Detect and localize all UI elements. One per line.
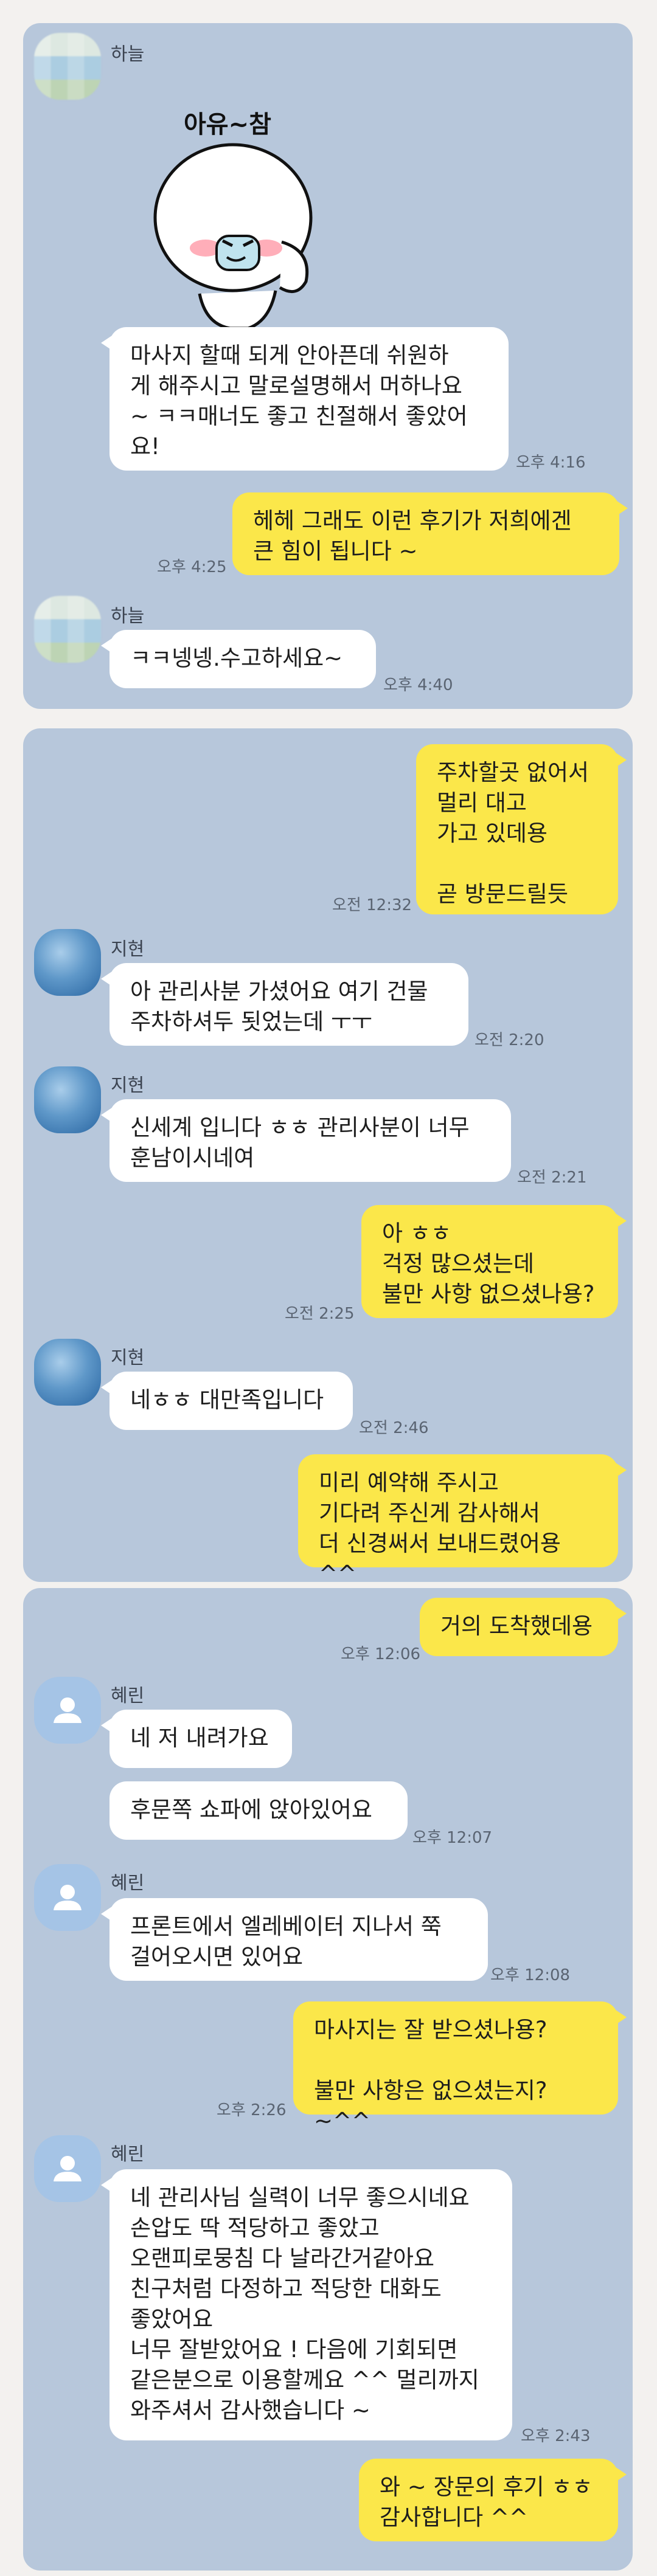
sender-name: 혜린 [111,2144,145,2165]
message-time: 오후 12:07 [412,1829,493,1847]
incoming-message[interactable]: 네 관리사님 실력이 너무 좋으시네요 손압도 딱 적당하고 좋았고 오랜피로뭉… [101,2169,512,2440]
message-time: 오전 2:46 [359,1419,429,1437]
chat-panel-3: 거의 도착했데용 오후 12:06 혜린 네 저 내려가요 후문쪽 쇼파에 앉아… [23,1588,633,2571]
avatar[interactable] [34,1864,101,1931]
avatar[interactable] [34,33,101,100]
message-time: 오전 2:25 [285,1305,355,1323]
default-user-icon [54,1885,82,1910]
outgoing-message[interactable]: 헤헤 그래도 이런 후기가 저희에겐 큰 힘이 됩니다 ~ [232,492,628,575]
sender-name: 지현 [111,939,145,960]
message-time: 오후 2:43 [521,2427,591,2445]
avatar[interactable] [34,1339,101,1406]
avatar[interactable] [34,2135,101,2202]
message-time: 오후 12:08 [490,1966,571,1984]
incoming-message[interactable]: 마사지 할때 되게 안아픈데 쉬원하 게 해주시고 말로설명해서 머하나요 ~ … [101,327,509,471]
incoming-message[interactable]: 신세계 입니다 ㅎㅎ 관리사분이 너무 훈남이시네여 [101,1099,511,1182]
message-time: 오후 4:25 [157,558,227,576]
chat-panel-2: 주차할곳 없어서 멀리 대고 가고 있데용 곧 방문드릴듯 오전 12:32 지… [23,728,633,1587]
message-time: 오전 12:32 [332,896,412,914]
default-user-icon [54,2156,82,2181]
outgoing-message[interactable]: 미리 예약해 주시고 기다려 주신게 감사해서 더 신경써서 보내드렸어용 ^^ [298,1454,627,1587]
message-time: 오후 4:16 [516,454,586,472]
sender-name: 하늘 [111,44,145,65]
sender-name: 지현 [111,1347,145,1369]
message-time: 오후 12:06 [341,1645,421,1663]
incoming-message[interactable]: 후문쪽 쇼파에 앉아있어요 [109,1781,408,1840]
avatar[interactable] [34,1066,101,1133]
avatar[interactable] [34,596,101,663]
sender-name: 지현 [111,1075,145,1096]
incoming-message[interactable]: 아 관리사분 가셨어요 여기 건물 주차하셔두 됫었는데 ㅜㅜ [101,963,468,1046]
sticker-text: 아유~참 [184,111,271,139]
default-user-icon [54,1697,82,1723]
message-time: 오전 2:21 [517,1169,587,1187]
outgoing-message[interactable]: 마사지는 잘 받으셨나용? 불만 사항은 없으셨는지? ~^^ [293,2001,627,2134]
incoming-message[interactable]: 네ㅎㅎ 대만족입니다 [101,1372,353,1430]
message-time: 오전 2:20 [474,1031,544,1049]
sticker-image[interactable]: 아유~참 [145,78,321,333]
outgoing-message[interactable]: 거의 도착했데용 [420,1598,627,1656]
avatar[interactable] [34,1677,101,1744]
message-time: 오후 4:40 [383,676,453,694]
incoming-message[interactable]: ㅋㅋ넹넹.수고하세요~ [101,630,376,688]
sender-name: 혜린 [111,1685,145,1707]
sender-name: 혜린 [111,1873,145,1894]
outgoing-message[interactable]: 아 ㅎㅎ 걱정 많으셨는데 불만 사항 없으셨나용? [361,1205,627,1318]
outgoing-message[interactable]: 주차할곳 없어서 멀리 대고 가고 있데용 곧 방문드릴듯 [416,744,627,914]
chat-panel-1: 하늘 아유~참 마사지 할때 되게 안아픈데 쉬원하 게 해주시고 말로설명해서… [23,23,633,709]
incoming-message[interactable]: 프론트에서 엘레베이터 지나서 쭉 걸어오시면 있어요 [101,1898,488,1981]
message-time: 오후 2:26 [217,2101,287,2119]
avatar[interactable] [34,929,101,996]
incoming-message[interactable]: 네 저 내려가요 [101,1710,292,1768]
outgoing-message[interactable]: 와 ~ 장문의 후기 ㅎㅎ 감사합니다 ^^ [359,2459,627,2541]
sender-name: 하늘 [111,606,145,627]
